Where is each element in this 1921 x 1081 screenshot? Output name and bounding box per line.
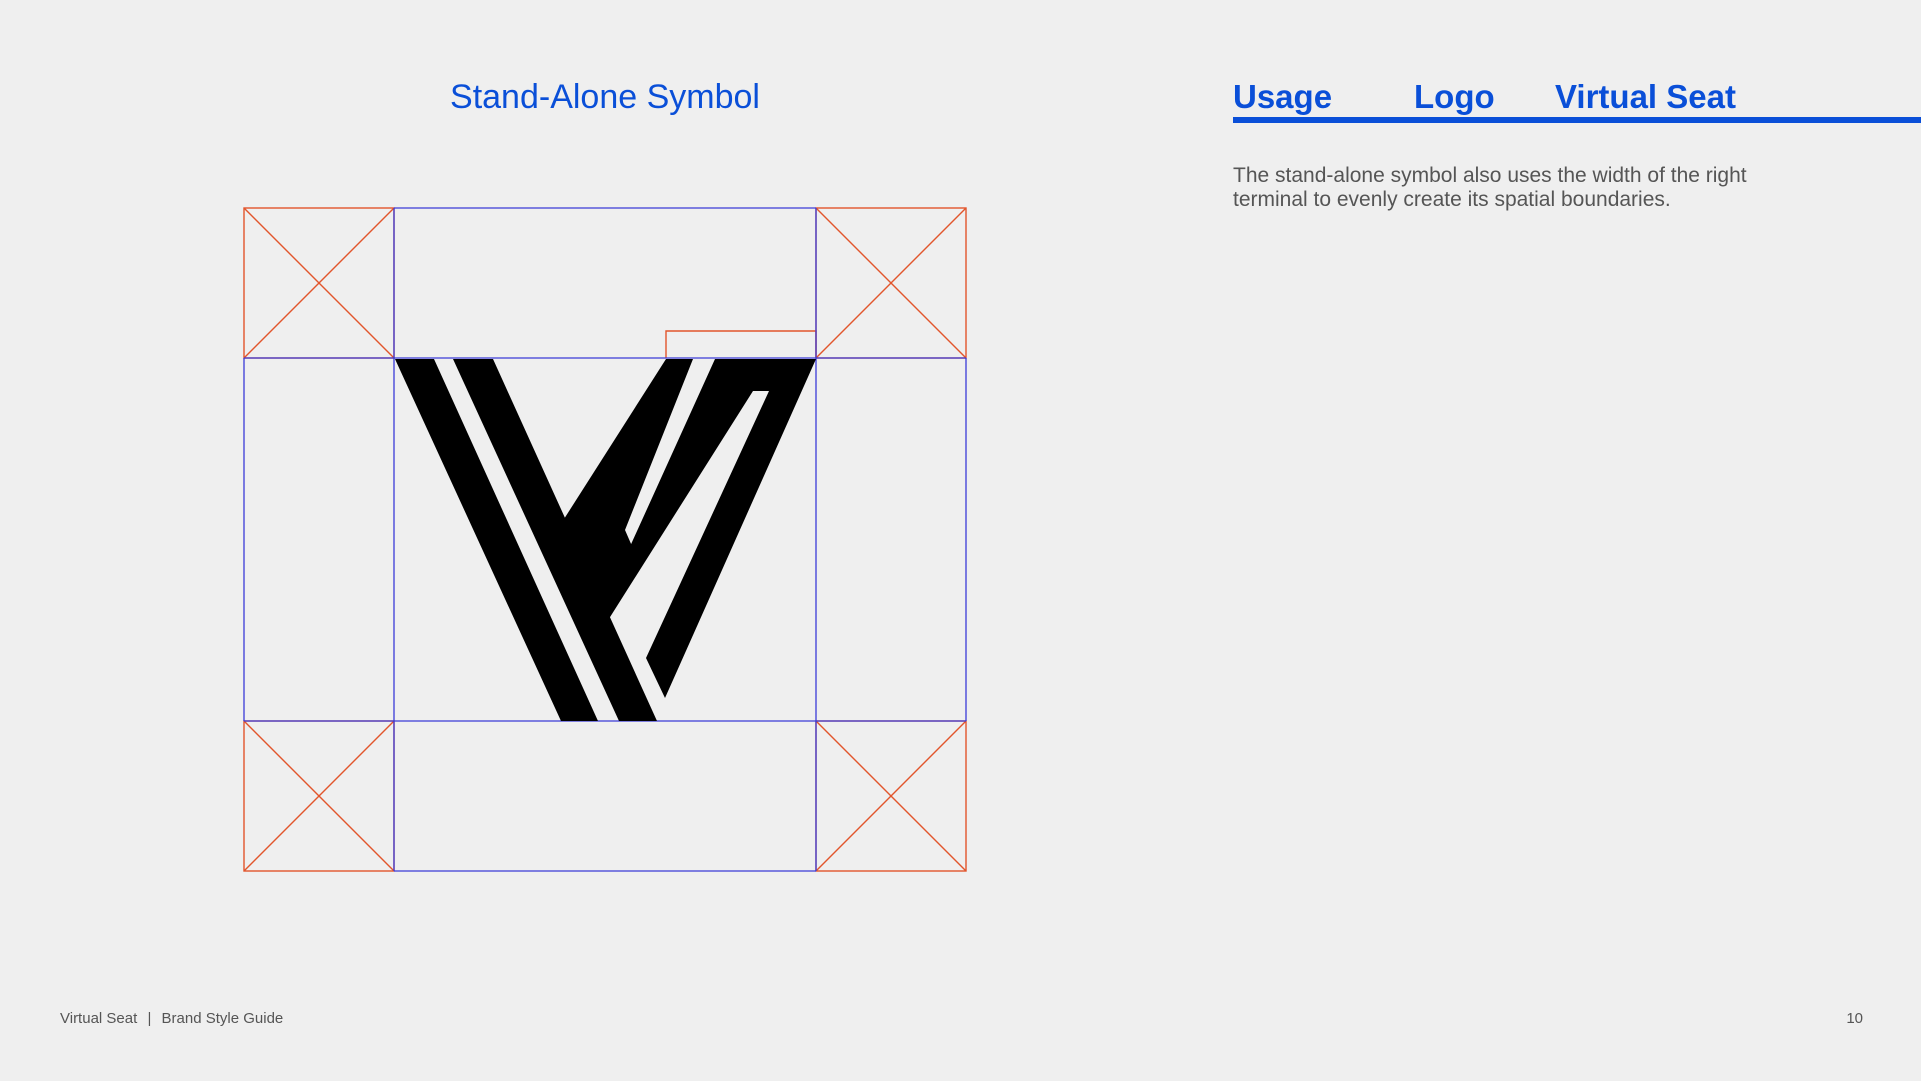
nav-usage[interactable]: Usage bbox=[1233, 78, 1332, 116]
slide-page: Stand-Alone Symbol Usage Logo Virtual Se… bbox=[0, 0, 1921, 1081]
nav-virtual-seat[interactable]: Virtual Seat bbox=[1555, 78, 1736, 116]
clearspace-box-bottom-left bbox=[243, 720, 395, 872]
footer-brand: Virtual Seat bbox=[60, 1010, 138, 1027]
clearspace-box-bottom-right bbox=[815, 720, 967, 872]
footer-doc-title: Brand Style Guide bbox=[161, 1010, 284, 1027]
footer-separator: | bbox=[147, 1010, 152, 1027]
description-text: The stand-alone symbol also uses the wid… bbox=[1233, 164, 1747, 211]
section-title: Stand-Alone Symbol bbox=[450, 78, 760, 116]
footer-brand-line: Virtual Seat | Brand Style Guide bbox=[60, 1010, 283, 1027]
symbol-construction-diagram bbox=[243, 207, 967, 872]
page-number: 10 bbox=[1846, 1010, 1863, 1027]
terminal-width-marker bbox=[665, 330, 817, 358]
v-symbol bbox=[395, 359, 816, 721]
clearspace-box-top-left bbox=[243, 207, 395, 359]
header-rule bbox=[1233, 117, 1921, 123]
clearspace-box-top-right bbox=[815, 207, 967, 359]
nav-logo[interactable]: Logo bbox=[1414, 78, 1495, 116]
